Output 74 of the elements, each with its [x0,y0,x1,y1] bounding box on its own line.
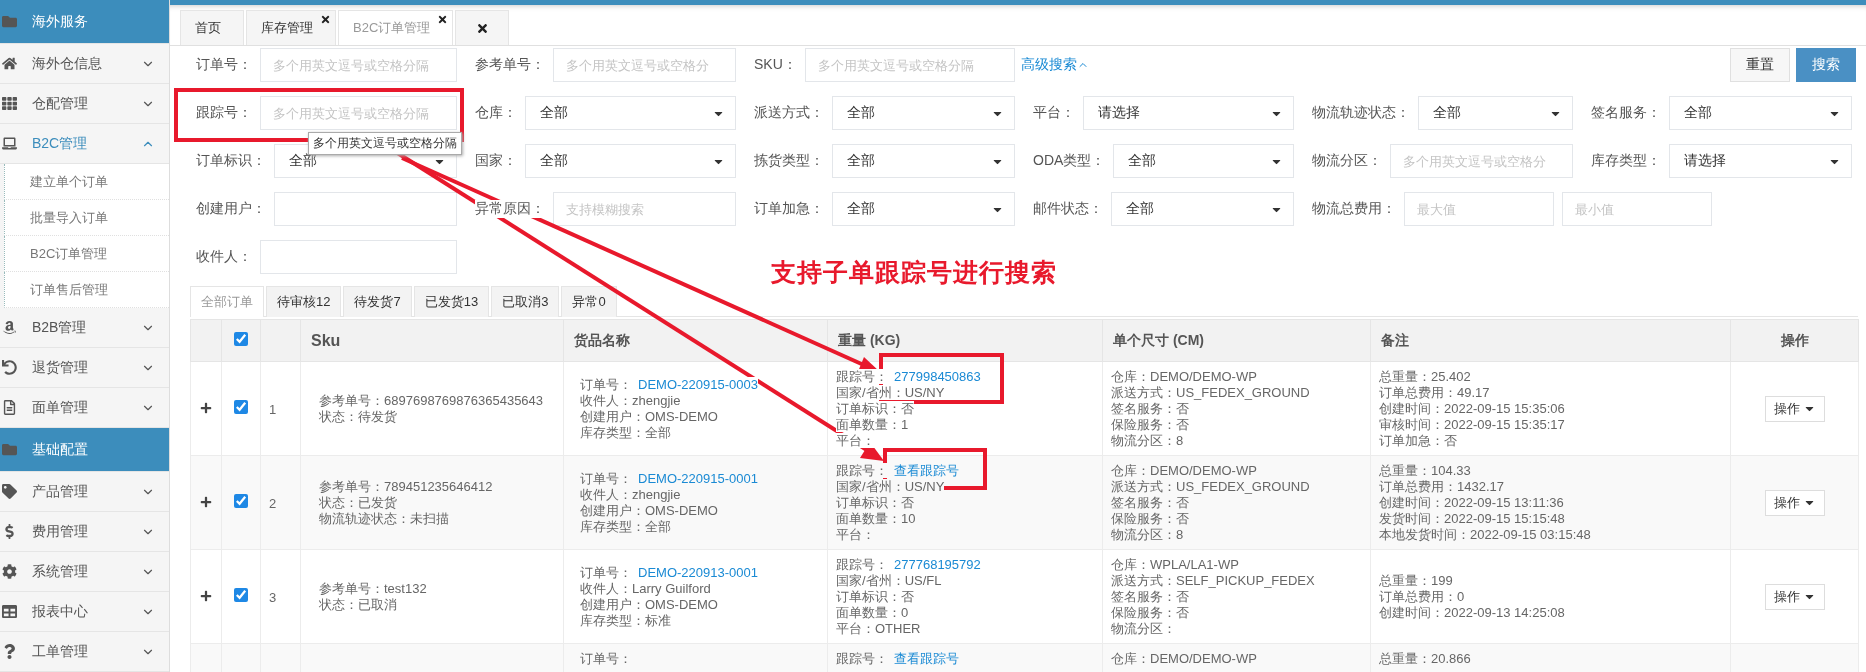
row-number: 2 [269,495,277,511]
cell-text: 创建用户：OMS-DEMO [580,502,718,518]
tooltip: 多个用英文逗号或空格分隔 [308,132,462,155]
cell-text: 订单总费用：1432.17 [1379,478,1504,494]
cell-text: 跟踪号： [836,462,888,478]
cell-text: 总重量：20.866 [1379,651,1471,666]
cell-text: 订单加急：否 [1379,432,1457,448]
cell-text: 派送方式：US_FEDEX_GROUND [1111,478,1310,494]
cell-text: 签名服务：否 [1111,494,1189,510]
cell-text: 参考单号：6897698769876365435643 [319,392,544,408]
cell-text: 本地发货时间：2022-09-15 03:15:48 [1379,526,1591,542]
cell-text: 状态：已取消 [319,596,397,612]
cell-text: 仓库：DEMO/DEMO-WP [1111,368,1257,384]
cell-text: 仓库：WPLA/LA1-WP [1111,556,1239,572]
cell-text: 状态：已发货 [319,494,397,510]
row-number: 1 [269,401,277,417]
cell-text: 平台： [836,432,875,448]
column-header: 重量 (KG) [838,331,901,348]
column-header: 单个尺寸 (CM) [1113,331,1204,348]
cell-text: 国家/省州：US/FL [836,572,942,588]
column-header: 货品名称 [574,331,630,348]
row-number: 3 [269,589,277,605]
column-header: Sku [311,331,341,349]
cell-text: 参考单号：789451235646412 [319,478,493,494]
cell-text: 库存类型：标准 [580,612,671,628]
cell-text: 平台： [836,526,875,542]
cell-text: 面单数量：0 [836,604,909,620]
sidebar-section-title: 海外服务 [32,12,89,31]
sidebar-section-title: 基础配置 [32,440,89,459]
cell-text: 保险服务：否 [1111,510,1189,526]
cell-text: 总重量：199 [1379,572,1453,588]
cell-text: 库存类型：全部 [580,424,671,440]
cell-text: 平台：OTHER [836,620,921,636]
cell-text: 发货时间：2022-09-15 15:15:48 [1379,510,1565,526]
cell-text: 参考单号：test132 [319,580,427,596]
cell-text: 订单标识：否 [836,494,914,510]
cell-text: 保险服务：否 [1111,604,1189,620]
cell-text: 订单标识：否 [836,588,914,604]
cell-text: 创建用户：OMS-DEMO [580,408,718,424]
column-header: 操作 [1780,331,1809,348]
column-header: 备注 [1381,331,1409,348]
cell-text: 收件人：zhengjie [580,486,681,502]
cell-text: 状态：待发货 [319,408,397,424]
cell-text: 订单标识：否 [836,400,914,416]
cell-text: 创建时间：2022-09-15 13:11:36 [1379,494,1564,510]
cell-text: 面单数量：1 [836,416,909,432]
cell-text: 国家/省州：US/NY [836,384,945,400]
cell-text: 总重量：25.402 [1379,368,1471,384]
cell-text: 保险服务：否 [1111,416,1189,432]
cell-text: 收件人：Larry Guilford [580,580,711,596]
cell-text: 总重量：104.33 [1379,462,1471,478]
annotation-text: 支持子单跟踪号进行搜索 [771,257,1057,288]
cell-text: 派送方式：US_FEDEX_GROUND [1111,384,1310,400]
cell-text: 创建时间：2022-09-15 15:35:06 [1379,400,1565,416]
cell-text: 创建用户：OMS-DEMO [580,596,718,612]
cell-text: 签名服务：否 [1111,400,1189,416]
cell-text: 订单总费用：0 [1379,588,1465,604]
cell-text: 库存类型：全部 [580,518,671,534]
cell-text: 收件人：zhengjie [580,392,681,408]
cell-text: 创建时间：2022-09-13 14:25:08 [1379,604,1565,620]
cell-text: 物流轨迹状态：未扫描 [319,510,449,526]
cell-text: 面单数量：10 [836,510,916,526]
cell-text: 订单号： [580,470,632,486]
cell-text: 物流分区：8 [1111,432,1184,448]
cell-text: 仓库：DEMO/DEMO-WP [1111,651,1257,666]
cell-text: 签名服务：否 [1111,588,1189,604]
cell-text: 派送方式：SELF_PICKUP_FEDEX [1111,572,1315,588]
cell-text: 订单总费用：49.17 [1379,384,1490,400]
cell-text: 审核时间：2022-09-15 15:35:17 [1379,416,1565,432]
cell-text: 仓库：DEMO/DEMO-WP [1111,462,1257,478]
cell-text: 订单号： [580,651,632,666]
cell-text: 物流分区：8 [1111,526,1184,542]
cell-text: 跟踪号： [836,651,888,666]
cell-text: 国家/省州：US/NY [836,478,945,494]
